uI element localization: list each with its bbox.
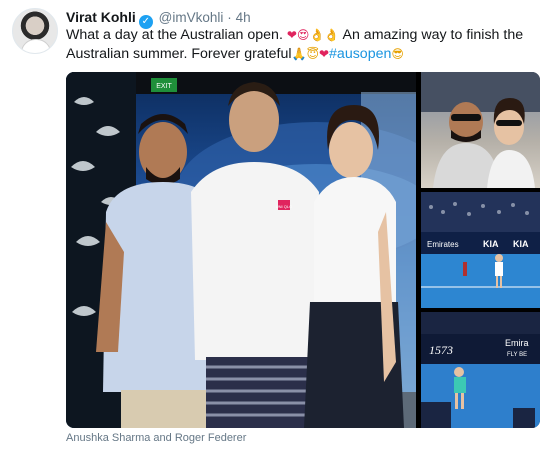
- heart-emoji-icon: ❤: [286, 28, 297, 42]
- halo-face-emoji-icon: 😇: [306, 47, 319, 61]
- sunglasses-emoji-icon: 😎: [391, 47, 404, 61]
- shirt-logo-text: UNI QLO: [276, 204, 292, 209]
- ok-hand-emoji-icon: 👌: [309, 28, 325, 42]
- tweet-header: Virat Kohli ✓ @imVkohli · 4h: [66, 8, 251, 29]
- hashtag-link[interactable]: #ausopen: [329, 46, 391, 62]
- side-photo-1-illustration: [421, 72, 540, 188]
- main-photo[interactable]: EXIT UNI QLO: [66, 72, 416, 428]
- ad-emirates-text-2: Emira: [505, 338, 529, 348]
- exit-sign-text: EXIT: [156, 83, 172, 90]
- side-photo-1[interactable]: [421, 72, 540, 188]
- wall-number-text: 1573: [429, 343, 453, 357]
- tweet-text-part1: What a day at the Australian open.: [66, 27, 283, 43]
- heart-eyes-emoji-icon: 😍: [296, 28, 310, 42]
- tweet-card[interactable]: Virat Kohli ✓ @imVkohli · 4h What a day a…: [0, 0, 553, 450]
- ad-kia-text-2: KIA: [513, 239, 529, 249]
- side-photo-2-illustration: Emirates KIA KIA: [421, 192, 540, 308]
- header-separator: ·: [227, 10, 232, 25]
- ad-kia-text: KIA: [483, 239, 499, 249]
- tweet-timestamp[interactable]: 4h: [236, 10, 251, 25]
- main-photo-illustration: EXIT UNI QLO: [66, 72, 416, 428]
- side-photo-3[interactable]: 1573 Emira FLY BE: [421, 312, 540, 428]
- author-handle[interactable]: @imVkohli: [159, 10, 224, 25]
- side-photo-2[interactable]: Emirates KIA KIA: [421, 192, 540, 308]
- ad-flybetter-text: FLY BE: [507, 352, 527, 358]
- heart-emoji-icon-2: ❤: [318, 47, 330, 61]
- side-photo-3-illustration: 1573 Emira FLY BE: [421, 312, 540, 428]
- author-avatar[interactable]: [12, 8, 58, 54]
- tweet-media-grid: EXIT UNI QLO Emirates KIA KIA 1573 Emira…: [66, 72, 540, 428]
- ad-emirates-text: Emirates: [427, 240, 459, 249]
- ok-hand-emoji-icon-2: 👌: [324, 28, 340, 42]
- tweet-text: What a day at the Australian open. ❤😍👌👌 …: [66, 26, 546, 64]
- folded-hands-emoji-icon: 🙏: [291, 47, 307, 61]
- author-name[interactable]: Virat Kohli: [66, 9, 136, 25]
- media-caption: Anushka Sharma and Roger Federer: [66, 432, 247, 444]
